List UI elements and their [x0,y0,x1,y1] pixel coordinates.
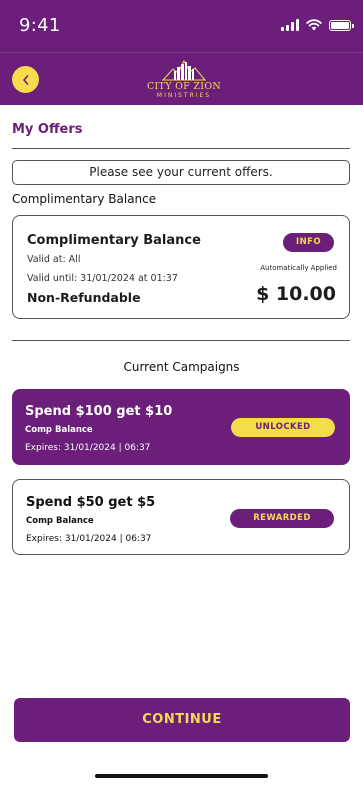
balance-section-label: Complimentary Balance [12,192,157,206]
status-bar: 9:41 [0,0,363,52]
logo-subtitle: MINISTRIES [156,92,212,99]
non-refundable-text: Non-Refundable [27,290,141,305]
auto-applied-text: Automatically Applied [260,264,337,272]
page-title: My Offers [12,122,83,137]
logo: CITY OF ZION MINISTRIES [145,57,223,103]
divider [12,148,350,149]
app-header: CITY OF ZION MINISTRIES [0,52,363,105]
logo-title: CITY OF ZION [146,81,222,92]
status-time: 9:41 [19,15,61,36]
campaign-type: Comp Balance [26,516,94,526]
back-button[interactable] [12,66,39,93]
home-indicator [95,774,268,778]
info-button[interactable]: INFO [283,233,334,252]
valid-at-text: Valid at: All [27,254,81,265]
balance-card-title: Complimentary Balance [27,233,201,248]
campaign-card[interactable]: Spend $50 get $5 Comp Balance Expires: 3… [12,479,350,555]
campaign-type: Comp Balance [25,425,93,435]
campaigns-label: Current Campaigns [123,360,240,374]
campaign-expires: Expires: 31/01/2024 | 06:37 [25,443,151,453]
battery-icon [329,20,354,31]
balance-card: Complimentary Balance Valid at: All Vali… [12,215,350,319]
rewarded-badge: REWARDED [230,509,334,528]
continue-button[interactable]: CONTINUE [14,698,350,742]
campaign-expires: Expires: 31/01/2024 | 06:37 [26,534,152,544]
divider [12,340,350,341]
city-skyline-logo-icon [161,59,207,81]
chevron-left-icon [22,74,28,85]
valid-until-text: Valid until: 31/01/2024 at 01:37 [27,273,178,284]
wifi-icon [306,19,322,31]
notice-box: Please see your current offers. [12,160,350,185]
signal-icon [281,18,299,31]
balance-amount: $ 10.00 [256,283,336,305]
campaign-title: Spend $50 get $5 [26,495,156,510]
unlocked-badge: UNLOCKED [231,418,335,437]
campaign-title: Spend $100 get $10 [25,404,173,419]
status-icons [281,18,354,31]
campaign-card[interactable]: Spend $100 get $10 Comp Balance Expires:… [12,389,350,465]
